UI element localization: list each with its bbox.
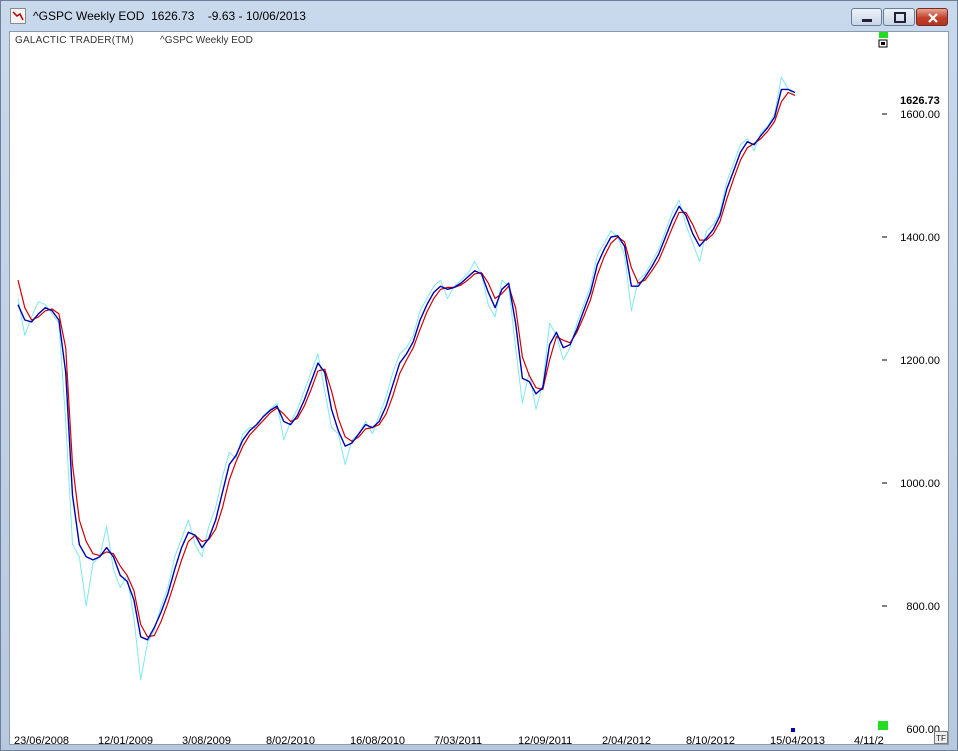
title-bar[interactable]: ^GSPC Weekly EOD 1626.73 -9.63 - 10/06/2… xyxy=(1,1,957,31)
close-button[interactable] xyxy=(916,8,948,26)
window-title: ^GSPC Weekly EOD 1626.73 -9.63 - 10/06/2… xyxy=(33,9,306,23)
date-cursor[interactable] xyxy=(791,728,795,732)
top-marker xyxy=(879,32,888,38)
x-tick-label: 8/10/2012 xyxy=(686,735,735,744)
x-tick-label: 3/08/2009 xyxy=(182,735,231,744)
x-tick-label: 15/04/2013 xyxy=(770,735,825,744)
scroll-marker-dot xyxy=(881,42,885,45)
x-tick-label: 23/06/2008 xyxy=(14,735,69,744)
x-tick-label: 2/04/2012 xyxy=(602,735,651,744)
y-tick-label: 1000.00 xyxy=(900,478,940,490)
y-tick-label: 1600.00 xyxy=(900,109,940,121)
y-tick-label: 800.00 xyxy=(906,601,940,613)
x-tick-label: 8/02/2010 xyxy=(266,735,315,744)
x-tick-label: 16/08/2010 xyxy=(350,735,405,744)
timeframe-button[interactable]: TF xyxy=(934,731,948,744)
chart-icon[interactable] xyxy=(10,8,26,24)
last-price-label: 1626.73 xyxy=(900,95,940,107)
price-chart[interactable]: 600.00800.001000.001200.001400.001600.00… xyxy=(10,32,948,744)
chart-brand-label: GALACTIC TRADER(TM) xyxy=(15,35,134,46)
x-tick-label: 12/09/2011 xyxy=(518,735,572,744)
bottom-marker xyxy=(878,721,888,730)
series-line-slow xyxy=(17,91,796,638)
x-tick-label: 7/03/2011 xyxy=(434,735,482,744)
series-line-fast xyxy=(17,88,796,641)
x-tick-label: 12/01/2009 xyxy=(98,735,153,744)
series-line-price xyxy=(17,76,796,681)
maximize-button[interactable] xyxy=(883,8,915,26)
x-tick-label: 4/11/2 xyxy=(854,735,884,744)
y-tick-label: 1200.00 xyxy=(900,355,940,367)
chart-area[interactable]: 600.00 800.00 1000.00 1200.00 1400.00 1600.00… xyxy=(9,31,949,745)
chart-window: ^GSPC Weekly EOD 1626.73 -9.63 - 10/06/2… xyxy=(0,0,958,751)
chart-symbol-label: ^GSPC Weekly EOD xyxy=(160,35,253,46)
y-tick-label: 1400.00 xyxy=(900,232,940,244)
minimize-button[interactable] xyxy=(851,8,882,26)
